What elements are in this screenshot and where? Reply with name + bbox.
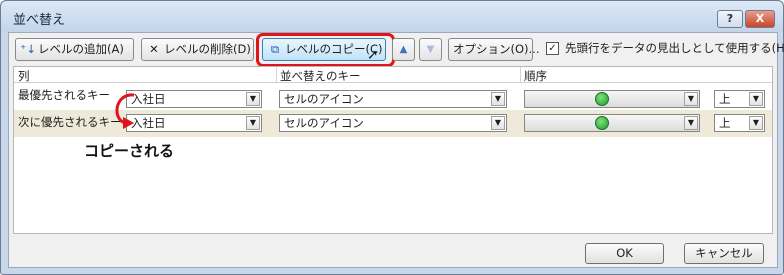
copied-annotation: コピーされる — [84, 142, 175, 160]
close-button[interactable]: X — [745, 10, 775, 28]
chevron-down-icon[interactable]: ▼ — [749, 116, 763, 130]
column-separator — [276, 67, 277, 82]
chevron-down-icon[interactable]: ▼ — [684, 116, 698, 130]
chevron-down-icon[interactable]: ▼ — [749, 92, 763, 106]
sort-on-select-value: セルのアイコン — [284, 116, 364, 130]
header-checkbox[interactable]: ✓ — [546, 42, 559, 55]
options-button[interactable]: オプション(O)... — [448, 38, 540, 61]
move-down-button[interactable]: ▼ — [419, 38, 442, 61]
position-select-value: 上 — [719, 92, 731, 106]
sort-dialog: 並べ替え ? X ⁺↓ レベルの追加(A) ✕ レベルの削除(D) ⧉ レベルのコピー… — [0, 0, 784, 275]
chevron-down-icon[interactable]: ▼ — [491, 92, 505, 106]
ok-button[interactable]: OK — [585, 243, 664, 264]
chevron-down-icon[interactable]: ▼ — [684, 92, 698, 106]
icon-select-row2[interactable]: ▼ — [524, 114, 700, 132]
delete-icon: ✕ — [149, 42, 159, 56]
move-up-button[interactable]: ▲ — [392, 38, 415, 61]
add-level-icon: ⁺↓ — [20, 42, 36, 56]
sort-on-select-row1[interactable]: セルのアイコン ▼ — [279, 90, 507, 108]
delete-level-label: レベルの削除(D) — [164, 42, 251, 56]
position-select-row1[interactable]: 上 ▼ — [714, 90, 765, 108]
sort-on-select-value: セルのアイコン — [284, 92, 364, 106]
chevron-down-icon[interactable]: ▼ — [491, 116, 505, 130]
add-level-button[interactable]: ⁺↓ レベルの追加(A) — [15, 38, 134, 61]
help-button[interactable]: ? — [717, 10, 743, 28]
position-select-value: 上 — [719, 116, 731, 130]
header-checkbox-label: 先頭行をデータの見出しとして使用する(H) — [565, 41, 784, 55]
position-select-row2[interactable]: 上 ▼ — [714, 114, 765, 132]
chevron-down-icon[interactable]: ▼ — [246, 116, 260, 130]
dialog-body: ⁺↓ レベルの追加(A) ✕ レベルの削除(D) ⧉ レベルのコピー(C) ➚ ▲ ▼… — [8, 32, 784, 268]
column-select-row2[interactable]: 入社日 ▼ — [126, 114, 262, 132]
green-circle-icon — [595, 116, 609, 130]
column-separator — [520, 67, 521, 82]
title-bar: 並べ替え ? X — [1, 1, 783, 32]
sort-on-select-row2[interactable]: セルのアイコン ▼ — [279, 114, 507, 132]
column-select-row1[interactable]: 入社日 ▼ — [126, 90, 262, 108]
copy-arrow-icon — [115, 93, 135, 129]
cancel-button[interactable]: キャンセル — [684, 243, 764, 264]
chevron-down-icon[interactable]: ▼ — [246, 92, 260, 106]
copy-button-highlight — [256, 33, 395, 67]
icon-select-row1[interactable]: ▼ — [524, 90, 700, 108]
green-circle-icon — [595, 92, 609, 106]
dialog-title: 並べ替え — [13, 13, 66, 28]
delete-level-button[interactable]: ✕ レベルの削除(D) — [141, 38, 254, 61]
add-level-label: レベルの追加(A) — [38, 42, 124, 56]
